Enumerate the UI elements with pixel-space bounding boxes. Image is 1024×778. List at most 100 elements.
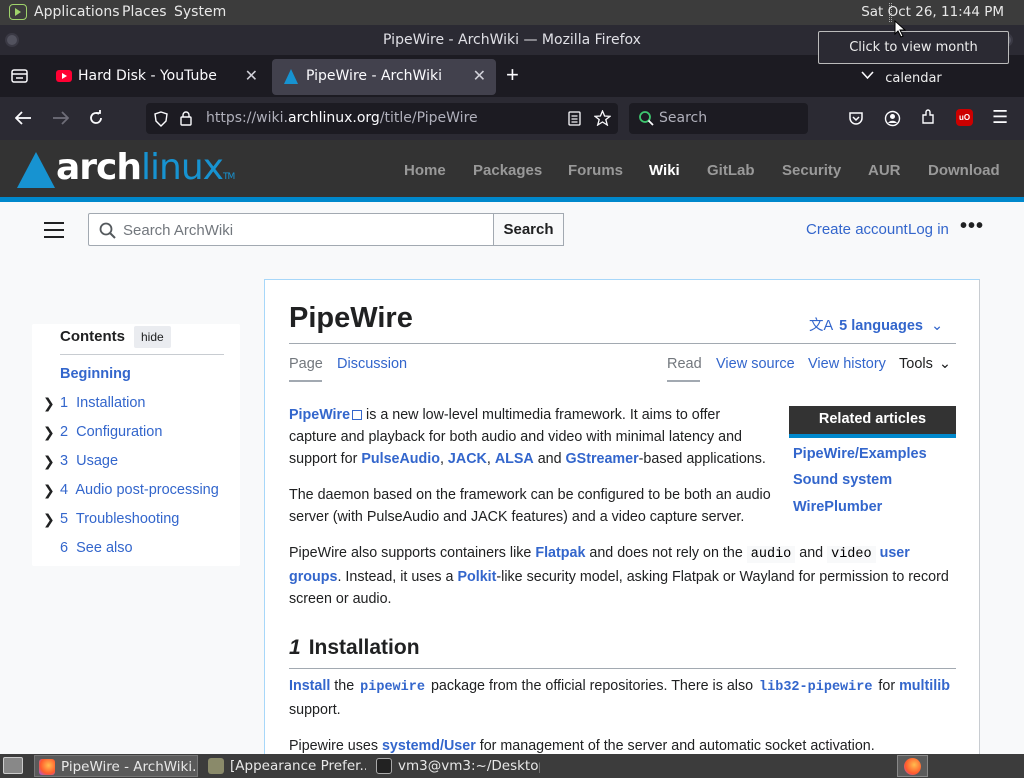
- app-menu-icon[interactable]: ☰: [992, 106, 1008, 128]
- lib32-pipewire-package-link[interactable]: lib32-pipewire: [757, 680, 874, 695]
- lock-icon[interactable]: [180, 111, 192, 126]
- nav-forums[interactable]: Forums: [568, 162, 623, 179]
- bookmark-star-icon[interactable]: [594, 110, 611, 126]
- close-tab-icon[interactable]: ✕: [245, 66, 258, 85]
- chevron-right-icon[interactable]: ❯: [43, 424, 55, 441]
- panel-clock[interactable]: Sat Oct 26, 11:44 PM: [861, 4, 1004, 20]
- reload-icon[interactable]: [88, 110, 104, 126]
- appearance-preferences-icon: [208, 758, 224, 774]
- ublock-origin-icon[interactable]: uO: [956, 109, 973, 126]
- account-icon[interactable]: [884, 110, 901, 127]
- forward-icon[interactable]: [52, 111, 69, 125]
- pulseaudio-link[interactable]: PulseAudio: [361, 451, 440, 467]
- tab-page[interactable]: Page: [289, 356, 323, 372]
- pocket-icon[interactable]: [848, 110, 864, 126]
- polkit-link[interactable]: Polkit: [457, 569, 496, 585]
- places-menu[interactable]: Places: [122, 4, 167, 20]
- chevron-right-icon[interactable]: ❯: [43, 453, 55, 470]
- chevron-down-icon: ⌄: [930, 318, 944, 334]
- alsa-link[interactable]: ALSA: [495, 451, 534, 467]
- install-link[interactable]: Install: [289, 678, 330, 694]
- calendar-tooltip: Click to view month calendar: [818, 31, 1009, 86]
- chevron-right-icon[interactable]: ❯: [43, 482, 55, 499]
- system-menu[interactable]: System: [174, 4, 226, 20]
- firefox-icon: [904, 758, 921, 775]
- tab-youtube[interactable]: Hard Disk - YouTube ✕: [44, 59, 268, 95]
- back-icon[interactable]: [15, 111, 32, 125]
- nav-security[interactable]: Security: [782, 162, 841, 179]
- more-options-icon[interactable]: •••: [960, 215, 984, 238]
- search-bar-placeholder: Search: [659, 110, 708, 126]
- terminal-icon: [376, 758, 392, 774]
- nav-packages[interactable]: Packages: [473, 162, 542, 179]
- extensions-icon[interactable]: [920, 109, 937, 126]
- languages-button[interactable]: 文A 5 languages ⌄: [809, 314, 943, 335]
- intro-paragraph: PipeWire is a new low-level multimedia f…: [289, 407, 766, 467]
- table-of-contents: Contents hide Beginning ❯ 1 Installation…: [32, 324, 240, 566]
- bottom-taskbar: PipeWire - ArchWiki... [Appearance Prefe…: [0, 754, 1024, 778]
- applications-menu[interactable]: Applications: [34, 4, 120, 20]
- url-bar[interactable]: https://wiki.archlinux.org/title/PipeWir…: [146, 103, 618, 134]
- new-tab-button[interactable]: +: [506, 62, 519, 88]
- related-link-wireplumber[interactable]: WirePlumber: [793, 499, 882, 515]
- tab-archwiki[interactable]: PipeWire - ArchWiki ✕: [272, 59, 496, 95]
- chevron-right-icon[interactable]: ❯: [43, 511, 55, 528]
- workspace-switcher[interactable]: [897, 755, 928, 777]
- wiki-search-input[interactable]: [123, 219, 483, 241]
- jack-link[interactable]: JACK: [448, 451, 487, 467]
- nav-gitlab[interactable]: GitLab: [707, 162, 755, 179]
- search-engine-icon[interactable]: [638, 110, 655, 127]
- reader-view-icon[interactable]: [568, 111, 581, 126]
- tab-label: Hard Disk - YouTube: [78, 68, 217, 84]
- window-title: PipeWire - ArchWiki — Mozilla Firefox: [383, 32, 641, 48]
- tab-discussion[interactable]: Discussion: [337, 356, 407, 372]
- archlinux-logo-icon[interactable]: [17, 152, 55, 188]
- flatpak-link[interactable]: Flatpak: [535, 545, 585, 561]
- pipewire-link[interactable]: PipeWire: [289, 407, 350, 423]
- show-desktop-icon[interactable]: [3, 757, 23, 774]
- tools-menu[interactable]: Tools ⌄: [899, 356, 951, 372]
- multilib-link[interactable]: multilib: [899, 678, 950, 694]
- tab-view-source[interactable]: View source: [716, 356, 795, 372]
- wiki-search-box[interactable]: [88, 213, 494, 246]
- related-link-sound-system[interactable]: Sound system: [793, 472, 892, 488]
- tab-view-history[interactable]: View history: [808, 356, 886, 372]
- navigation-toolbar: https://wiki.archlinux.org/title/PipeWir…: [0, 97, 1024, 140]
- nav-wiki[interactable]: Wiki: [649, 162, 680, 179]
- nav-home[interactable]: Home: [404, 162, 446, 179]
- distro-logo-icon[interactable]: [9, 4, 27, 20]
- url-text[interactable]: https://wiki.archlinux.org/title/PipeWir…: [206, 110, 478, 126]
- search-bar[interactable]: Search: [629, 103, 808, 134]
- firefox-icon: [39, 759, 55, 775]
- related-link-pipewire-examples[interactable]: PipeWire/Examples: [793, 446, 927, 462]
- nav-aur[interactable]: AUR: [868, 162, 901, 179]
- heading-divider: [289, 668, 956, 669]
- tab-read[interactable]: Read: [667, 356, 702, 372]
- chevron-right-icon[interactable]: ❯: [43, 395, 55, 412]
- pipewire-package-link[interactable]: pipewire: [358, 680, 427, 695]
- login-link[interactable]: Log in: [908, 221, 949, 238]
- create-account-link[interactable]: Create account: [806, 221, 908, 238]
- window-menu-icon[interactable]: [5, 33, 19, 47]
- nav-download[interactable]: Download: [928, 162, 1000, 179]
- article-content: PipeWire 文A 5 languages ⌄ Page Discussion …: [264, 279, 980, 778]
- gstreamer-link[interactable]: GStreamer: [566, 451, 639, 467]
- daemon-paragraph: The daemon based on the framework can be…: [289, 487, 771, 525]
- systemd-user-link[interactable]: systemd/User: [382, 738, 476, 754]
- top-panel: Applications Places System Sat Oct 26, 1…: [0, 0, 1024, 25]
- page-title: PipeWire: [289, 302, 413, 334]
- close-tab-icon[interactable]: ✕: [473, 66, 486, 85]
- toc-hide-button[interactable]: hide: [134, 326, 171, 348]
- tab-label: PipeWire - ArchWiki: [306, 68, 442, 84]
- taskbar-item-terminal[interactable]: vm3@vm3:~/Desktop: [372, 755, 540, 777]
- main-menu-icon[interactable]: [44, 222, 64, 238]
- chevron-down-icon: ⌄: [938, 356, 952, 372]
- firefox-view-icon[interactable]: [11, 68, 28, 84]
- toc-title: Contents: [60, 328, 125, 345]
- archlinux-logo[interactable]: archlinuxTM: [56, 147, 235, 188]
- wiki-search-button[interactable]: Search: [493, 213, 564, 246]
- shield-icon[interactable]: [154, 111, 168, 127]
- taskbar-item-appearance[interactable]: [Appearance Prefer...: [204, 755, 366, 777]
- taskbar-item-firefox[interactable]: PipeWire - ArchWiki...: [34, 755, 198, 777]
- list-all-tabs-icon[interactable]: [861, 71, 874, 80]
